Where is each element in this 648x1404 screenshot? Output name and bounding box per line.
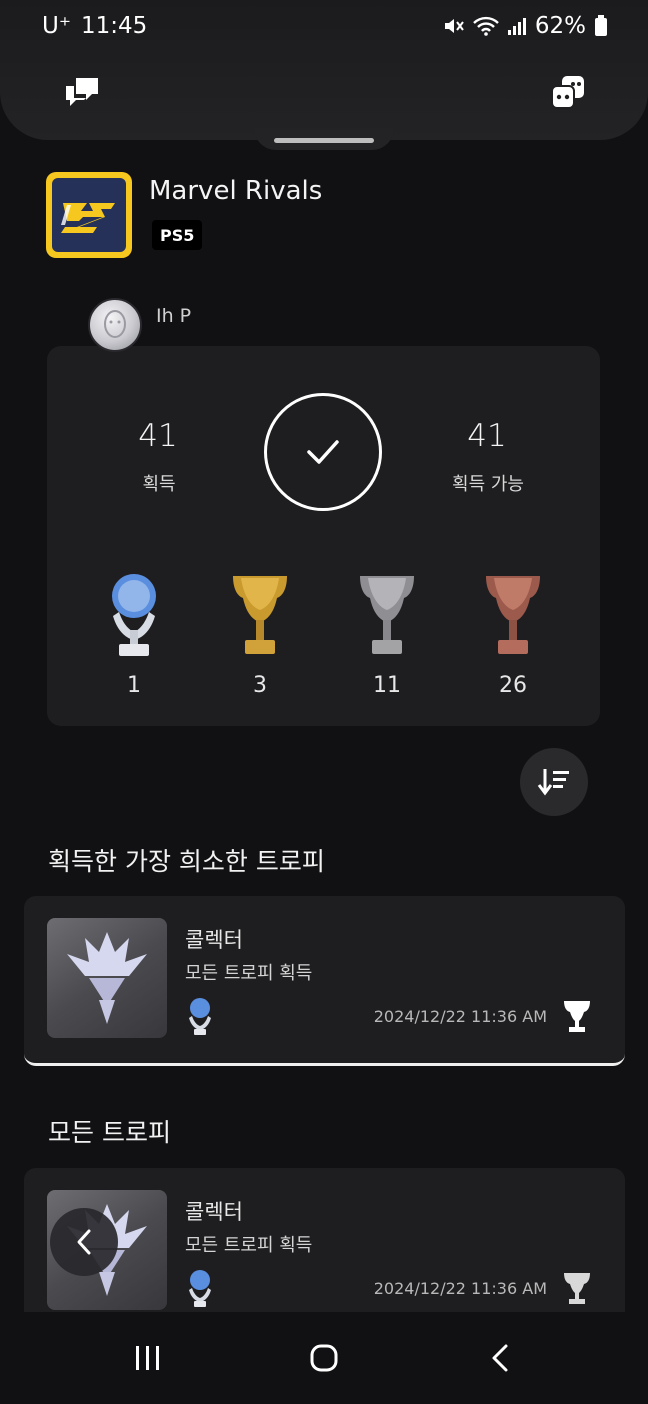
trophy-thumbnail <box>47 918 167 1038</box>
drag-handle[interactable] <box>274 138 374 143</box>
trophy-earned-icon <box>564 1001 590 1032</box>
recent-apps-button[interactable] <box>118 1328 178 1388</box>
all-trophies-title: 모든 트로피 <box>48 1118 171 1147</box>
username: Ih P <box>156 305 192 327</box>
user-avatar-icon <box>104 310 126 338</box>
rarest-trophy-card[interactable]: 콜렉터 모든 트로피 획득 2024/12/22 11:36 AM <box>24 896 625 1066</box>
clock: 11:45 <box>80 13 148 39</box>
wifi-icon <box>473 16 499 36</box>
recent-apps-icon <box>136 1346 159 1370</box>
back-icon <box>492 1344 508 1372</box>
system-nav-bar <box>0 1312 648 1404</box>
earned-count: 41 <box>138 418 178 454</box>
platform-badge: PS5 <box>152 220 203 250</box>
signal-icon <box>507 18 526 35</box>
platinum-trophy-icon <box>112 574 156 656</box>
trophy-earned-date: 2024/12/22 11:36 AM <box>373 1279 547 1298</box>
carrier-label: U⁺ <box>42 13 71 39</box>
platinum-count: 1 <box>127 673 141 698</box>
trophy-description: 모든 트로피 획득 <box>185 963 313 984</box>
trophy-earned-icon <box>564 1273 590 1304</box>
game-icon <box>46 172 132 258</box>
gold-count: 3 <box>253 673 267 698</box>
earned-label: 획득 <box>142 474 176 495</box>
back-button[interactable] <box>470 1328 530 1388</box>
checkmark-icon <box>307 440 339 464</box>
silver-count: 11 <box>373 673 401 698</box>
sort-descending-icon <box>537 769 569 796</box>
gold-trophy-icon <box>233 576 287 654</box>
sort-button[interactable] <box>520 748 588 816</box>
game-controllers-icon[interactable] <box>548 72 588 112</box>
game-title: Marvel Rivals <box>149 176 323 206</box>
trophy-name: 콜렉터 <box>185 928 243 952</box>
silver-trophy-icon <box>360 576 414 654</box>
marvel-rivals-logo-icon <box>61 203 115 233</box>
avatar[interactable] <box>88 298 142 352</box>
chat-bubbles-icon[interactable] <box>62 72 102 112</box>
home-button[interactable] <box>294 1328 354 1388</box>
mute-icon <box>444 19 464 33</box>
available-count: 41 <box>467 418 507 454</box>
collector-emblem-icon <box>67 932 147 1024</box>
platinum-grade-icon <box>189 1270 211 1307</box>
platinum-grade-icon <box>189 998 211 1035</box>
bronze-count: 26 <box>499 673 527 698</box>
status-bar: U⁺ 11:45 62% <box>0 0 648 52</box>
bronze-trophy-icon <box>486 576 540 654</box>
home-icon <box>310 1344 338 1372</box>
trophy-earned-date: 2024/12/22 11:36 AM <box>373 1007 547 1026</box>
trophy-description: 모든 트로피 획득 <box>185 1235 313 1256</box>
chevron-left-icon <box>77 1229 91 1255</box>
floating-back-button[interactable] <box>50 1208 118 1276</box>
completion-ring <box>264 393 382 511</box>
rarest-section-title: 획득한 가장 희소한 트로피 <box>48 847 325 876</box>
available-label: 획득 가능 <box>452 474 524 495</box>
trophy-name: 콜렉터 <box>185 1200 243 1224</box>
battery-percent: 62% <box>534 13 586 39</box>
battery-icon <box>595 15 607 36</box>
